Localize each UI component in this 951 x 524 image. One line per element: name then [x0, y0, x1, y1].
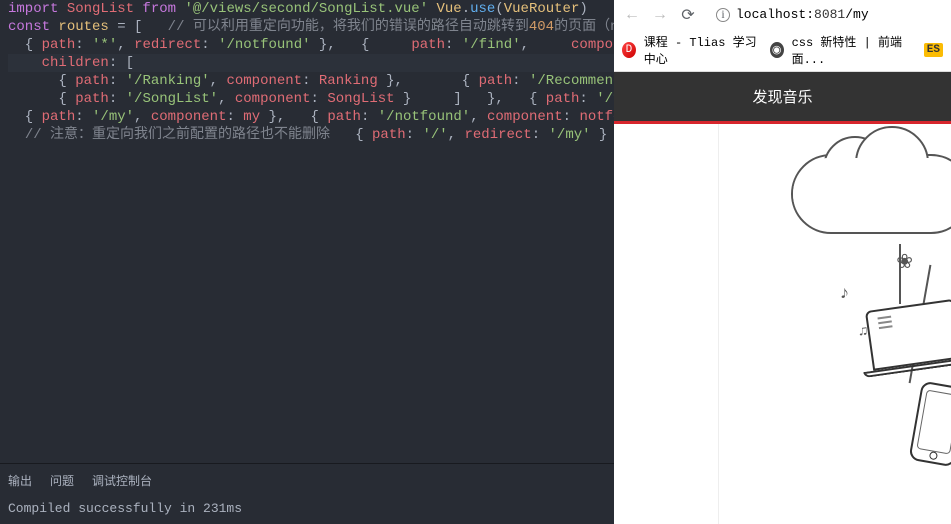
- code-line[interactable]: children: [: [8, 54, 614, 72]
- back-icon[interactable]: ←: [622, 6, 642, 24]
- code-line[interactable]: { path: '/my', component: my },: [8, 109, 285, 125]
- page-sidebar: [614, 124, 719, 524]
- url-bar[interactable]: i localhost:8081/my: [706, 4, 943, 25]
- url-path: /my: [845, 7, 868, 22]
- code-line[interactable]: { path: '*', redirect: '/notfound' },: [8, 37, 336, 53]
- code-editor: import SongList from '@/views/second/Son…: [0, 0, 614, 524]
- page-body: ❀ ♪♫: [614, 124, 951, 524]
- code-line[interactable]: const routes = [: [8, 19, 142, 35]
- terminal-tab-debug[interactable]: 调试控制台: [92, 472, 152, 489]
- page-header[interactable]: 发现音乐: [614, 72, 951, 121]
- info-icon[interactable]: i: [716, 8, 730, 22]
- code-area[interactable]: import SongList from '@/views/second/Son…: [0, 0, 614, 463]
- bookmark-1[interactable]: 课程 - Tlias 学习中心: [644, 33, 762, 67]
- code-line[interactable]: ]: [420, 91, 462, 107]
- bookmarks-bar: D 课程 - Tlias 学习中心 ◉ css 新特性 | 前端面... ES: [614, 29, 951, 71]
- code-line[interactable]: import SongList from '@/views/second/Son…: [8, 1, 428, 17]
- browser-chrome: ← → ⟳ i localhost:8081/my D 课程 - Tlias 学…: [614, 0, 951, 72]
- bookmark-icon-1[interactable]: D: [622, 42, 636, 58]
- page-content: 发现音乐 ❀ ♪♫: [614, 72, 951, 524]
- code-line[interactable]: { path: '/', redirect: '/my' }: [338, 127, 607, 143]
- code-line[interactable]: {: [344, 37, 369, 53]
- extension-badge[interactable]: ES: [924, 43, 943, 57]
- code-line[interactable]: { path: '/Ranking', component: Ranking }…: [8, 73, 403, 89]
- forward-icon[interactable]: →: [650, 6, 670, 24]
- terminal-tab-output[interactable]: 输出: [8, 472, 32, 489]
- code-line[interactable]: { path: '/SongList', component: SongList…: [8, 91, 411, 107]
- code-line[interactable]: path: '/find',: [378, 37, 529, 53]
- reload-icon[interactable]: ⟳: [678, 5, 698, 25]
- terminal-tabs: 输出 问题 调试控制台: [0, 463, 614, 493]
- code-line[interactable]: },: [470, 91, 504, 107]
- url-host: localhost:: [736, 7, 814, 22]
- terminal-tab-problems[interactable]: 问题: [50, 472, 74, 489]
- bookmark-2[interactable]: css 新特性 | 前端面...: [792, 33, 916, 67]
- terminal-output: Compiled successfully in 231ms: [0, 493, 614, 524]
- illustration: ❀ ♪♫: [719, 124, 951, 524]
- code-line[interactable]: Vue.use(VueRouter): [437, 1, 588, 17]
- url-port: 8081: [814, 7, 845, 22]
- browser-nav-bar: ← → ⟳ i localhost:8081/my: [614, 0, 951, 29]
- browser-panel: ← → ⟳ i localhost:8081/my D 课程 - Tlias 学…: [614, 0, 951, 524]
- bookmark-icon-2[interactable]: ◉: [770, 42, 784, 58]
- code-line[interactable]: // 注意：重定向我们之前配置的路径也不能删除: [8, 127, 330, 143]
